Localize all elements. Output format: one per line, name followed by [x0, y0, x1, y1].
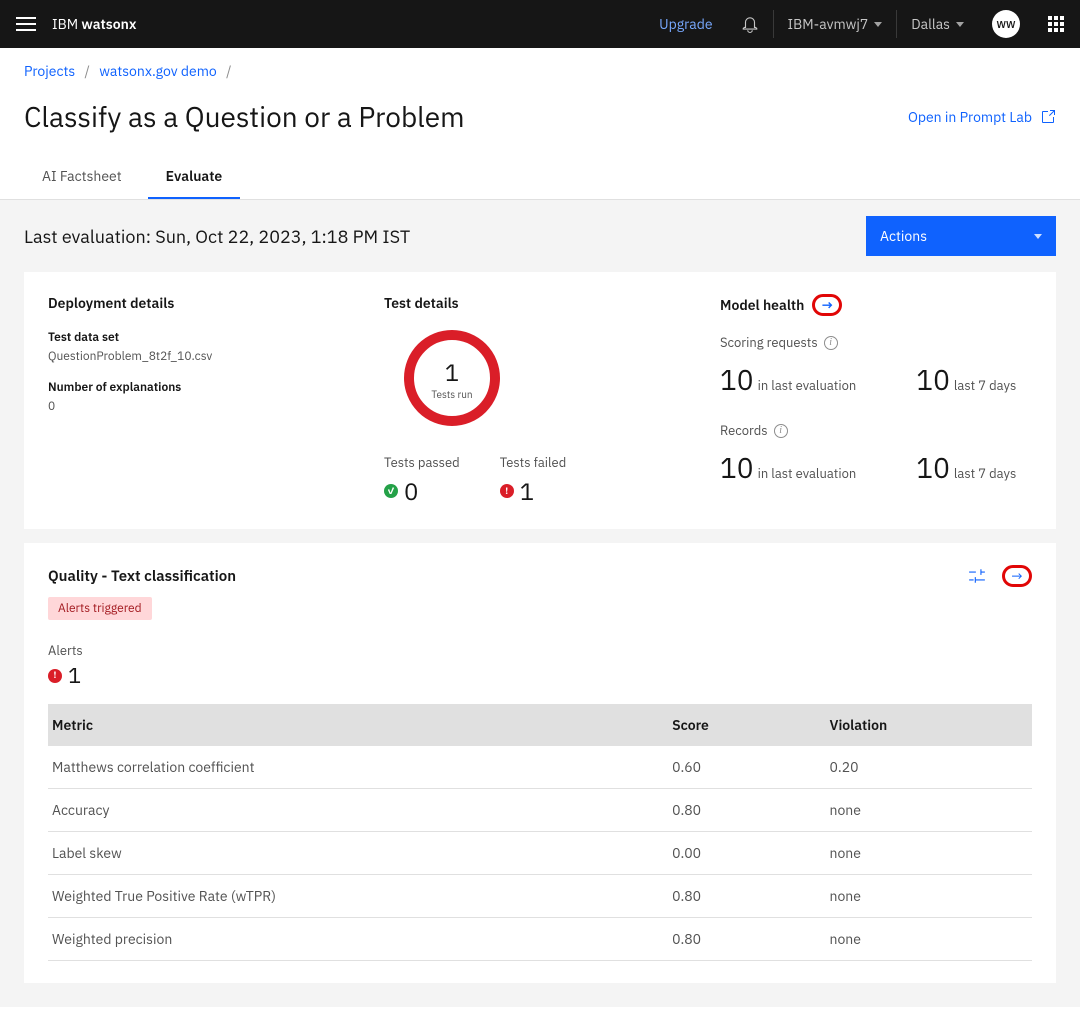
avatar-initials: WW [992, 10, 1020, 38]
breadcrumb-sep: / [79, 62, 96, 80]
settings-icon[interactable] [968, 567, 986, 585]
tests-failed-label: Tests failed [500, 454, 567, 471]
avatar[interactable]: WW [978, 0, 1034, 48]
table-row: Matthews correlation coefficient0.600.20 [48, 746, 1032, 789]
test-details: Test details 1 Tests run Tests passed ✓ … [384, 294, 696, 507]
score-cell: 0.80 [658, 918, 815, 961]
app-switcher-icon[interactable] [1034, 0, 1064, 48]
region-switcher[interactable]: Dallas [897, 0, 978, 48]
brand-prefix: IBM [52, 15, 81, 33]
arrow-right-icon: → [821, 296, 833, 314]
info-icon[interactable]: i [774, 424, 788, 438]
launch-icon [1040, 109, 1056, 125]
model-health: Model health → Scoring requestsi 10in la… [720, 294, 1032, 507]
tab-evaluate[interactable]: Evaluate [148, 155, 241, 199]
upgrade-link[interactable]: Upgrade [645, 0, 726, 48]
deployment-details: Deployment details Test data set Questio… [48, 294, 360, 507]
last7-label: last 7 days [954, 465, 1016, 482]
model-health-heading: Model health [720, 296, 804, 314]
deployment-heading: Deployment details [48, 294, 360, 312]
account-switcher[interactable]: IBM-avmwj7 [774, 0, 897, 48]
test-dataset-value: QuestionProblem_8t2f_10.csv [48, 349, 360, 364]
tests-failed-value: 1 [520, 475, 534, 507]
explanations-value: 0 [48, 399, 360, 414]
tests-passed-label: Tests passed [384, 454, 460, 471]
notifications-icon[interactable] [727, 0, 773, 48]
model-health-link[interactable]: → [812, 294, 842, 316]
breadcrumb-sep: / [220, 62, 237, 80]
table-row: Label skew0.00none [48, 832, 1032, 875]
metric-cell: Weighted True Positive Rate (wTPR) [48, 875, 658, 918]
metric-cell: Matthews correlation coefficient [48, 746, 658, 789]
alert-icon: ! [48, 669, 62, 683]
score-cell: 0.80 [658, 875, 815, 918]
table-row: Weighted True Positive Rate (wTPR)0.80no… [48, 875, 1032, 918]
violation-cell: none [816, 832, 1032, 875]
test-dataset-label: Test data set [48, 330, 360, 345]
scoring-7d-value: 10 [916, 361, 950, 398]
tab-ai-factsheet[interactable]: AI Factsheet [24, 155, 140, 199]
actions-label: Actions [880, 227, 927, 245]
scoring-requests-label: Scoring requests [720, 334, 818, 351]
breadcrumb: Projects / watsonx.gov demo / [0, 48, 1080, 94]
brand-name: watsonx [81, 15, 136, 33]
breadcrumb-project[interactable]: watsonx.gov demo [99, 62, 217, 80]
open-in-prompt-lab-link[interactable]: Open in Prompt Lab [908, 108, 1056, 126]
topbar: IBM watsonx Upgrade IBM-avmwj7 Dallas WW [0, 0, 1080, 48]
chevron-down-icon [956, 22, 964, 27]
violation-cell: 0.20 [816, 746, 1032, 789]
score-cell: 0.00 [658, 832, 815, 875]
metric-cell: Weighted precision [48, 918, 658, 961]
table-row: Weighted precision0.80none [48, 918, 1032, 961]
quality-details-link[interactable]: → [1002, 565, 1032, 587]
info-icon[interactable]: i [824, 336, 838, 350]
tests-run-value: 1 [445, 356, 459, 388]
quality-heading: Quality - Text classification [48, 567, 236, 586]
open-in-lab-label: Open in Prompt Lab [908, 108, 1032, 126]
records-label: Records [720, 422, 768, 439]
breadcrumb-projects[interactable]: Projects [24, 62, 75, 80]
metrics-table: Metric Score Violation Matthews correlat… [48, 704, 1032, 961]
in-last-label: in last evaluation [758, 465, 857, 482]
test-heading: Test details [384, 294, 459, 312]
tabs: AI Factsheet Evaluate [0, 155, 1080, 200]
menu-icon[interactable] [16, 17, 36, 31]
last-evaluation: Last evaluation: Sun, Oct 22, 2023, 1:18… [24, 225, 410, 248]
metric-cell: Accuracy [48, 789, 658, 832]
metric-cell: Label skew [48, 832, 658, 875]
table-row: Accuracy0.80none [48, 789, 1032, 832]
last7-label: last 7 days [954, 377, 1016, 394]
region-label: Dallas [911, 15, 950, 33]
account-label: IBM-avmwj7 [788, 15, 869, 33]
alerts-triggered-badge: Alerts triggered [48, 597, 152, 620]
last-eval-label: Last evaluation: [24, 225, 155, 248]
col-score: Score [658, 704, 815, 746]
alerts-value: 1 [68, 661, 81, 690]
violation-cell: none [816, 918, 1032, 961]
col-violation: Violation [816, 704, 1032, 746]
tests-run-donut: 1 Tests run [404, 330, 500, 426]
scoring-eval-value: 10 [720, 361, 754, 398]
alerts-label: Alerts [48, 642, 1032, 659]
records-eval-value: 10 [720, 449, 754, 486]
alert-icon: ! [500, 484, 514, 498]
actions-button[interactable]: Actions [866, 216, 1056, 256]
arrow-right-icon: → [1011, 567, 1022, 585]
in-last-label: in last evaluation [758, 377, 857, 394]
tests-passed-value: 0 [404, 475, 418, 507]
page-title: Classify as a Question or a Problem [24, 98, 465, 135]
col-metric: Metric [48, 704, 658, 746]
score-cell: 0.60 [658, 746, 815, 789]
tests-run-label: Tests run [431, 388, 472, 401]
last-eval-value: Sun, Oct 22, 2023, 1:18 PM IST [155, 225, 410, 248]
chevron-down-icon [874, 22, 882, 27]
records-7d-value: 10 [916, 449, 950, 486]
chevron-down-icon [1034, 234, 1042, 239]
explanations-label: Number of explanations [48, 380, 360, 395]
score-cell: 0.80 [658, 789, 815, 832]
check-icon: ✓ [384, 484, 398, 498]
violation-cell: none [816, 789, 1032, 832]
brand: IBM watsonx [52, 15, 136, 33]
violation-cell: none [816, 875, 1032, 918]
